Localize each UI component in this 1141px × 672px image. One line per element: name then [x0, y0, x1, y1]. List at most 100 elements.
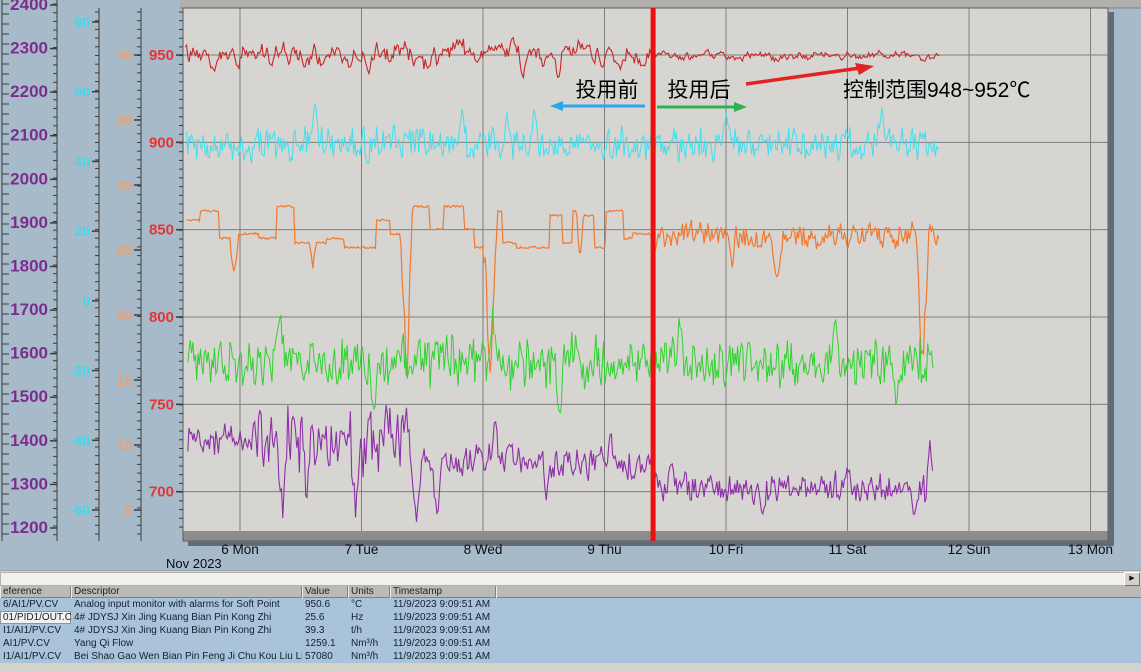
- axis-tick-label: 700: [149, 484, 174, 501]
- cell-reference[interactable]: AI1/PV.CV: [0, 637, 71, 650]
- value-axis-cut: [2, 0, 9, 541]
- cell-value[interactable]: 25.6: [302, 611, 348, 624]
- axis-tick-label: 2300: [10, 39, 48, 58]
- cell-units[interactable]: t/h: [348, 624, 390, 637]
- value-axis-red: 950 900 850 800 750 700: [149, 12, 183, 527]
- trend-chart[interactable]: 2400 2300 2200 2100 2000 1900 1800 1700 1600 1500…: [0, 0, 1141, 585]
- value-axis-cyan: 806040200-20-40-60: [70, 8, 99, 541]
- time-cursor[interactable]: [651, 8, 656, 541]
- axis-tick-label: 800: [149, 309, 174, 326]
- cell-descriptor[interactable]: Bei Shao Gao Wen Bian Pin Feng Ji Chu Ko…: [71, 650, 302, 663]
- axis-tick-label: 1600: [10, 344, 48, 363]
- axis-tick-label: 80: [74, 14, 90, 30]
- cell-spacer: [496, 611, 1141, 624]
- cell-reference[interactable]: I1/AI1/PV.CV: [0, 650, 71, 663]
- cell-spacer: [496, 637, 1141, 650]
- column-header-value[interactable]: Value: [302, 585, 348, 598]
- column-header-eference[interactable]: eference: [0, 585, 71, 598]
- cell-reference[interactable]: I1/AI1/PV.CV: [0, 624, 71, 637]
- cell-descriptor[interactable]: 4# JDYSJ Xin Jing Kuang Bian Pin Kong Zh…: [71, 624, 302, 637]
- axis-tick-label: 900: [149, 134, 174, 151]
- axis-tick-label: 1700: [10, 300, 48, 319]
- cell-units[interactable]: °C: [348, 598, 390, 611]
- axis-tick-label: -20: [70, 363, 90, 379]
- time-tick-label: 12 Sun: [948, 542, 991, 557]
- cell-value[interactable]: 57080: [302, 650, 348, 663]
- scrollbar-track[interactable]: [0, 572, 1125, 586]
- table-row[interactable]: 01/PID1/OUT.CV4# JDYSJ Xin Jing Kuang Bi…: [0, 611, 1141, 624]
- annotation-after-label: 投用后: [668, 79, 731, 102]
- axis-tick-label: 950: [149, 47, 174, 64]
- time-tick-label: 7 Tue: [345, 542, 379, 557]
- time-tick-label: 9 Thu: [587, 542, 621, 557]
- window-top-frame: [180, 0, 1141, 8]
- cell-spacer: [496, 650, 1141, 663]
- axis-tick-label: 1800: [10, 256, 48, 275]
- cell-descriptor[interactable]: Analog input monitor with alarms for Sof…: [71, 598, 302, 611]
- cell-spacer: [496, 598, 1141, 611]
- axis-tick-label: 750: [149, 396, 174, 413]
- axis-tick-label: 1200: [10, 518, 48, 537]
- time-strip[interactable]: [183, 531, 1108, 541]
- axis-tick-label: 1500: [10, 387, 48, 406]
- value-axis-orange: 40 35 30 25 20 15 10 5: [116, 8, 141, 541]
- cell-timestamp[interactable]: 11/9/2023 9:09:51 AM: [390, 598, 496, 611]
- column-header-units[interactable]: Units: [348, 585, 390, 598]
- cell-value[interactable]: 1259.1: [302, 637, 348, 650]
- cell-reference[interactable]: 01/PID1/OUT.CV: [0, 611, 71, 624]
- axis-tick-label: 850: [149, 222, 174, 239]
- axis-tick-label: 2400: [10, 0, 48, 14]
- cell-spacer: [496, 624, 1141, 637]
- time-tick-label: 11 Sat: [828, 542, 866, 557]
- annotation-before-label: 投用前: [576, 79, 639, 102]
- axis-tick-label: -60: [70, 502, 90, 518]
- cell-units[interactable]: Hz: [348, 611, 390, 624]
- axis-tick-label: 1900: [10, 213, 48, 232]
- axis-tick-label: 15: [116, 372, 132, 388]
- cell-timestamp[interactable]: 11/9/2023 9:09:51 AM: [390, 637, 496, 650]
- cell-descriptor[interactable]: Yang Qi Flow: [71, 637, 302, 650]
- axis-tick-label: 2000: [10, 169, 48, 188]
- axis-tick-label: 30: [116, 177, 132, 193]
- time-tick-label: 13 Mon: [1068, 542, 1113, 557]
- cell-value[interactable]: 39.3: [302, 624, 348, 637]
- axis-tick-label: 2100: [10, 126, 48, 145]
- horizontal-scrollbar: ▶: [0, 570, 1141, 586]
- axis-tick-label: 60: [74, 84, 90, 100]
- axis-tick-label: 5: [124, 502, 132, 518]
- axis-tick-label: 2200: [10, 82, 48, 101]
- table-row[interactable]: I1/AI1/PV.CV4# JDYSJ Xin Jing Kuang Bian…: [0, 624, 1141, 637]
- cell-timestamp[interactable]: 11/9/2023 9:09:51 AM: [390, 624, 496, 637]
- cell-reference[interactable]: 6/AI1/PV.CV: [0, 598, 71, 611]
- axis-tick-label: 40: [74, 153, 90, 169]
- axis-tick-label: 10: [116, 437, 132, 453]
- column-header-descriptor[interactable]: Descriptor: [71, 585, 302, 598]
- cell-value[interactable]: 950.6: [302, 598, 348, 611]
- axis-tick-label: 20: [116, 307, 132, 323]
- plot-shadow-right: [1108, 12, 1114, 546]
- table-row[interactable]: I1/AI1/PV.CVBei Shao Gao Wen Bian Pin Fe…: [0, 650, 1141, 663]
- axis-tick-label: 0: [82, 293, 90, 309]
- time-tick-label: 8 Wed: [464, 542, 503, 557]
- column-header-spacer: [496, 585, 1141, 598]
- cell-timestamp[interactable]: 11/9/2023 9:09:51 AM: [390, 611, 496, 624]
- axis-tick-label: 1400: [10, 431, 48, 450]
- axis-tick-label: 35: [116, 112, 132, 128]
- axis-tick-label: 25: [116, 242, 132, 258]
- table-row[interactable]: AI1/PV.CVYang Qi Flow1259.1Nm³/h11/9/202…: [0, 637, 1141, 650]
- cell-timestamp[interactable]: 11/9/2023 9:09:51 AM: [390, 650, 496, 663]
- cell-units[interactable]: Nm³/h: [348, 637, 390, 650]
- cell-descriptor[interactable]: 4# JDYSJ Xin Jing Kuang Bian Pin Kong Zh…: [71, 611, 302, 624]
- value-axis-purple: 2400 2300 2200 2100 2000 1900 1800 1700 1600 1500…: [10, 0, 57, 541]
- scrollbar-right-arrow-icon[interactable]: ▶: [1124, 572, 1140, 586]
- axis-tick-label: 1300: [10, 474, 48, 493]
- month-label: Nov 2023: [166, 556, 222, 571]
- cell-units[interactable]: Nm³/h: [348, 650, 390, 663]
- trend-application-window: 2400230022002100200019001800170016001500…: [0, 0, 1141, 672]
- axis-tick-label: -40: [70, 432, 90, 448]
- table-row[interactable]: 6/AI1/PV.CVAnalog input monitor with ala…: [0, 598, 1141, 611]
- axis-tick-label: 40: [116, 47, 132, 63]
- annotation-control-range-label: 控制范围948~952℃: [843, 79, 1030, 102]
- column-header-timestamp[interactable]: Timestamp: [390, 585, 496, 598]
- table-header-row: eferenceDescriptorValueUnitsTimestamp: [0, 585, 1141, 598]
